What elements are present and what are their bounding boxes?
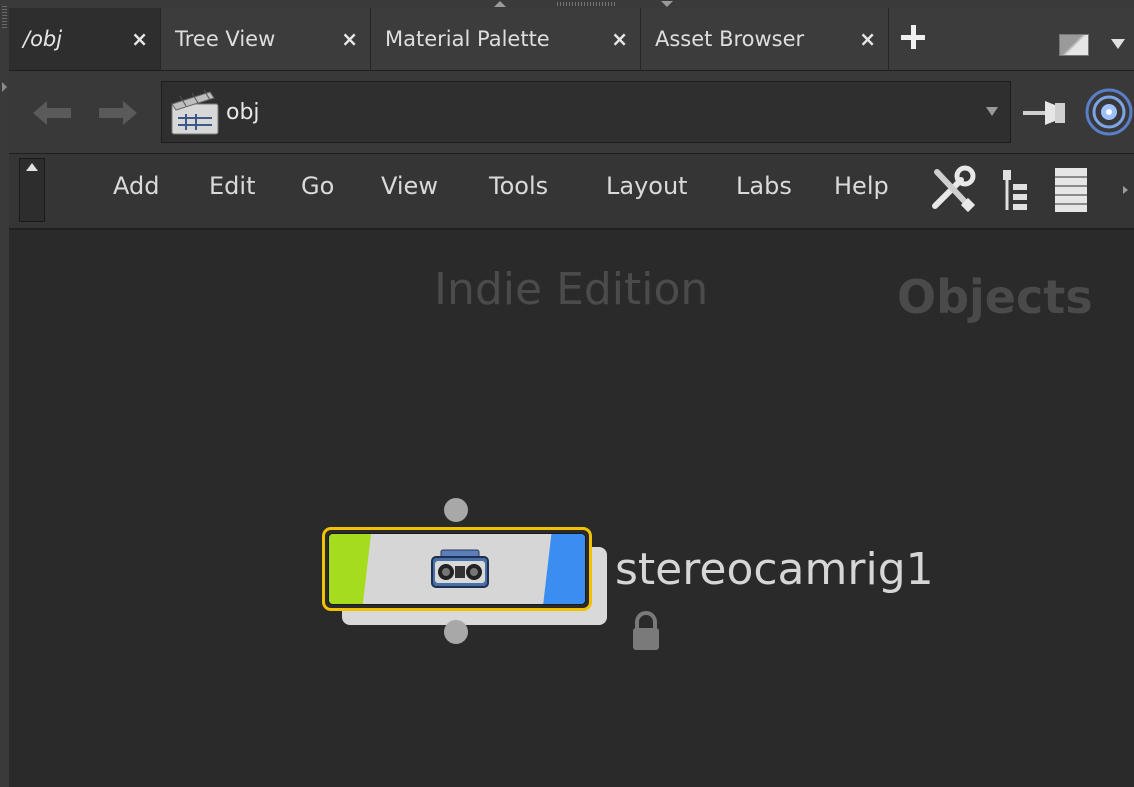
tab-label: /obj	[23, 27, 63, 51]
tab-label: Asset Browser	[655, 27, 805, 51]
menu-go[interactable]: Go	[301, 172, 334, 200]
tab-close-icon[interactable]: ×	[341, 27, 358, 51]
tab-close-icon[interactable]: ×	[131, 27, 148, 51]
node-output-connector[interactable]	[444, 620, 468, 644]
pin-icon[interactable]	[1019, 97, 1069, 129]
tab-close-icon[interactable]: ×	[859, 27, 876, 51]
tab-asset-browser[interactable]: Asset Browser ×	[641, 8, 889, 70]
back-arrow-icon[interactable]	[31, 99, 75, 127]
obj-network-icon	[171, 89, 219, 135]
stereo-camera-icon	[431, 549, 489, 588]
gutter-expand-arrow-icon[interactable]	[2, 82, 7, 92]
tab-tree-view[interactable]: Tree View ×	[161, 8, 371, 70]
display-flag[interactable]	[329, 534, 371, 604]
network-canvas[interactable]: Indie Edition Objects stereocamrig1	[9, 230, 1134, 787]
network-menu-bar: Add Edit Go View Tools Layout Labs Help	[9, 154, 1134, 230]
tools-icon[interactable]	[927, 164, 977, 214]
splitter-handle-icon[interactable]	[557, 2, 615, 6]
node-body	[328, 533, 586, 605]
node-stereocamrig1[interactable]	[322, 527, 592, 611]
lock-icon[interactable]	[629, 610, 663, 652]
link-target-icon[interactable]	[1083, 86, 1133, 138]
tab-label: Tree View	[175, 27, 276, 51]
gutter-grip-icon[interactable]	[2, 4, 7, 28]
menu-layout[interactable]: Layout	[606, 172, 688, 200]
splitter-up-arrow-icon[interactable]	[494, 1, 506, 7]
menubar-collapse-button[interactable]	[19, 158, 45, 222]
menu-overflow-arrow-icon[interactable]	[1123, 186, 1128, 194]
menu-help[interactable]: Help	[834, 172, 889, 200]
menu-view[interactable]: View	[381, 172, 438, 200]
menu-tools[interactable]: Tools	[489, 172, 548, 200]
splitter-down-arrow-icon[interactable]	[661, 1, 673, 7]
pane-tab-bar: /obj × Tree View × Material Palette × As…	[9, 8, 1134, 71]
edition-watermark: Indie Edition	[434, 264, 709, 315]
context-watermark: Objects	[897, 270, 1093, 324]
node-name-label[interactable]: stereocamrig1	[615, 544, 934, 595]
tab-label: Material Palette	[385, 27, 550, 51]
forward-arrow-icon[interactable]	[95, 99, 139, 127]
pane-menu-dropdown-icon[interactable]	[1111, 39, 1125, 49]
pane-splitter-strip	[9, 0, 1134, 8]
pane-layout-icon[interactable]	[1059, 34, 1089, 56]
tree-icon[interactable]	[999, 168, 1035, 214]
menu-add[interactable]: Add	[113, 172, 159, 200]
collapse-up-arrow-icon	[26, 163, 38, 171]
path-bar: obj	[9, 71, 1134, 154]
path-value: obj	[226, 99, 260, 125]
tab-close-icon[interactable]: ×	[611, 27, 628, 51]
render-flag[interactable]	[543, 534, 585, 604]
list-icon[interactable]	[1053, 166, 1089, 214]
network-path-field[interactable]: obj	[161, 81, 1011, 143]
node-input-connector[interactable]	[444, 498, 468, 522]
tab-material-palette[interactable]: Material Palette ×	[371, 8, 641, 70]
menu-labs[interactable]: Labs	[736, 172, 792, 200]
path-dropdown-icon[interactable]	[986, 107, 998, 116]
tab-obj[interactable]: /obj ×	[9, 8, 161, 70]
add-tab-plus-icon[interactable]	[898, 22, 928, 52]
menu-edit[interactable]: Edit	[209, 172, 255, 200]
